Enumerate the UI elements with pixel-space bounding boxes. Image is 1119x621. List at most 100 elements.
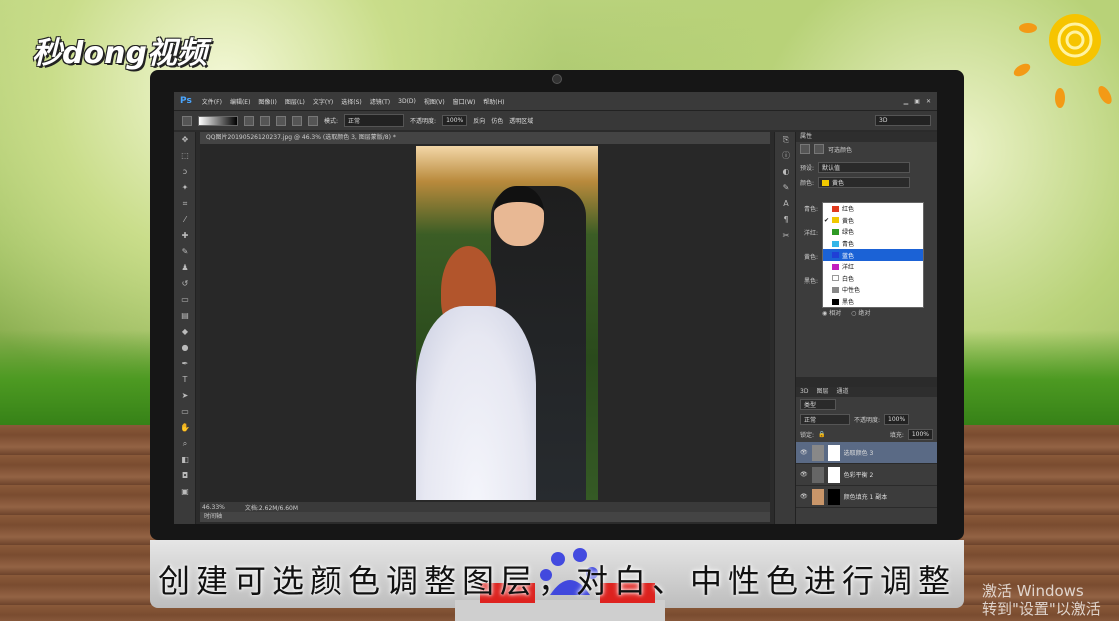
tools-panel-icon[interactable]: ✂	[775, 228, 797, 244]
gradient-tool-icon[interactable]: ▤	[174, 308, 196, 324]
lasso-tool-icon[interactable]: ↄ	[174, 164, 196, 180]
pen-tool-icon[interactable]: ✒	[174, 356, 196, 372]
minimize-icon[interactable]: ▁	[904, 98, 909, 105]
reverse-checkbox[interactable]: 反向	[473, 116, 485, 125]
radial-gradient-icon[interactable]	[260, 115, 270, 126]
menu-select[interactable]: 选择(S)	[337, 97, 366, 106]
tab-3d[interactable]: 3D	[800, 387, 808, 397]
quick-mask-icon[interactable]: ◘	[174, 468, 196, 484]
eye-icon[interactable]: 👁	[800, 449, 808, 456]
option-yellow[interactable]: ✔ 黄色	[823, 215, 923, 227]
gradient-tool-icon[interactable]	[182, 115, 192, 126]
eraser-tool-icon[interactable]: ▭	[174, 292, 196, 308]
magic-wand-icon[interactable]: ✦	[174, 180, 196, 196]
workspace-select[interactable]: 3D	[875, 115, 931, 126]
stamp-tool-icon[interactable]: ♟	[174, 260, 196, 276]
eye-icon[interactable]: 👁	[800, 471, 808, 478]
opacity-field[interactable]: 100%	[442, 115, 468, 126]
color-select[interactable]: 黄色	[818, 177, 911, 188]
crop-tool-icon[interactable]: ⌗	[174, 196, 196, 212]
option-cyan[interactable]: 青色	[823, 238, 923, 250]
tab-layers[interactable]: 图层	[816, 387, 828, 397]
hand-tool-icon[interactable]: ✋	[174, 420, 196, 436]
gradient-preview[interactable]	[198, 115, 238, 126]
mask-thumb	[827, 444, 840, 461]
yellow-slider-label: 黄色:	[804, 254, 819, 261]
paragraph-panel-icon[interactable]: ¶	[775, 212, 797, 228]
brush-tool-icon[interactable]: ✎	[174, 244, 196, 260]
restore-icon[interactable]: ▣	[914, 98, 920, 105]
option-green[interactable]: 绿色	[823, 226, 923, 238]
tab-channels[interactable]: 通道	[836, 387, 848, 397]
option-white[interactable]: 白色	[823, 273, 923, 285]
timeline-tab[interactable]: 时间轴	[200, 512, 770, 522]
linear-gradient-icon[interactable]	[244, 115, 254, 126]
dodge-tool-icon[interactable]: ●	[174, 340, 196, 356]
eyedropper-icon[interactable]: ⁄	[174, 212, 196, 228]
adjustments-panel-icon[interactable]: ◐	[775, 164, 797, 180]
document-tab[interactable]: QQ图片20190526120237.jpg @ 46.3% (选取颜色 3, …	[200, 132, 770, 144]
option-red[interactable]: 红色	[823, 203, 923, 215]
layer-row[interactable]: 👁 色彩平衡 2	[796, 464, 937, 486]
yellow-swatch	[822, 179, 830, 186]
color-dropdown: 红色 ✔ 黄色 绿色 青色 蓝色 洋红 白色 中性色 黑色	[822, 202, 924, 308]
preset-select[interactable]: 默认值	[818, 162, 911, 173]
menu-view[interactable]: 视图(V)	[420, 97, 449, 106]
brush-panel-icon[interactable]: ✎	[775, 180, 797, 196]
character-panel-icon[interactable]: A	[775, 196, 797, 212]
wedding-photo	[416, 146, 598, 500]
option-neutral[interactable]: 中性色	[823, 284, 923, 296]
info-panel-icon[interactable]: ⓘ	[775, 148, 797, 164]
history-panel-icon[interactable]: ⎘	[775, 132, 797, 148]
canvas-area[interactable]	[200, 144, 770, 502]
menu-edit[interactable]: 编辑(E)	[226, 97, 254, 106]
lock-icon[interactable]: 🔒	[818, 431, 825, 438]
properties-title: 可选颜色	[828, 146, 853, 154]
color-swatches-icon[interactable]: ◧	[174, 452, 196, 468]
option-blue[interactable]: 蓝色	[823, 249, 923, 261]
properties-tab[interactable]: 属性	[796, 132, 937, 142]
healing-brush-icon[interactable]: ✚	[174, 228, 196, 244]
layer-row[interactable]: 👁 颜色填充 1 副本	[796, 486, 937, 508]
fill-field[interactable]: 100%	[907, 429, 933, 440]
screen-mode-icon[interactable]: ▣	[174, 484, 196, 500]
menu-image[interactable]: 图像(I)	[254, 97, 280, 106]
history-brush-icon[interactable]: ↺	[174, 276, 196, 292]
menu-filter[interactable]: 滤镜(T)	[366, 97, 394, 106]
dither-checkbox[interactable]: 仿色	[491, 116, 503, 125]
magenta-swatch	[832, 263, 839, 270]
zoom-level[interactable]: 46.33%	[202, 504, 225, 511]
type-tool-icon[interactable]: T	[174, 372, 196, 388]
absolute-radio[interactable]: ○ 绝对	[851, 308, 870, 317]
close-icon[interactable]: ✕	[926, 98, 931, 105]
blend-mode-select[interactable]: 正常	[800, 414, 850, 425]
kind-filter[interactable]: 类型	[800, 399, 836, 410]
menu-layer[interactable]: 图层(L)	[281, 97, 309, 106]
blur-tool-icon[interactable]: ◆	[174, 324, 196, 340]
layer-opacity-field[interactable]: 100%	[884, 414, 910, 425]
zoom-tool-icon[interactable]: ⌕	[174, 436, 196, 452]
relative-radio[interactable]: ◉ 相对	[822, 308, 841, 317]
preset-label: 预设:	[800, 165, 815, 172]
menu-3d[interactable]: 3D(D)	[394, 98, 420, 105]
mode-select[interactable]: 正常	[344, 114, 405, 127]
watermark-line-1: 激活 Windows	[982, 582, 1084, 600]
angle-gradient-icon[interactable]	[276, 115, 286, 126]
transparency-checkbox[interactable]: 透明区域	[509, 116, 533, 125]
shape-tool-icon[interactable]: ▭	[174, 404, 196, 420]
groom-head	[494, 186, 544, 246]
option-magenta[interactable]: 洋红	[823, 261, 923, 273]
diamond-gradient-icon[interactable]	[308, 115, 318, 126]
marquee-tool-icon[interactable]: ⬚	[174, 148, 196, 164]
option-black[interactable]: 黑色	[823, 296, 923, 308]
mask-icon[interactable]	[814, 144, 824, 154]
menu-window[interactable]: 窗口(W)	[449, 97, 480, 106]
path-select-icon[interactable]: ➤	[174, 388, 196, 404]
reflected-gradient-icon[interactable]	[292, 115, 302, 126]
menu-file[interactable]: 文件(F)	[198, 97, 226, 106]
menu-type[interactable]: 文字(Y)	[309, 97, 337, 106]
move-tool-icon[interactable]: ✥	[174, 132, 196, 148]
layer-row[interactable]: 👁 选取颜色 3	[796, 442, 937, 464]
eye-icon[interactable]: 👁	[800, 493, 808, 500]
menu-help[interactable]: 帮助(H)	[479, 97, 508, 106]
